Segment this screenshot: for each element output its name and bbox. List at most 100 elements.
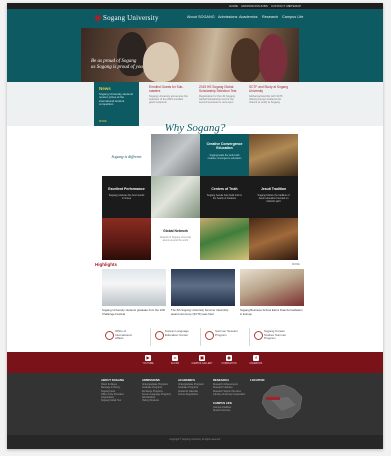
tile-photo <box>151 134 200 176</box>
news-item[interactable]: 2015 HS Sogang Global Scholarship Select… <box>199 85 239 104</box>
news-item[interactable]: Enrolled Grants for Sub-masters Sogang U… <box>149 85 189 104</box>
highlight-caption[interactable]: Sogang University students graduate from… <box>102 308 166 316</box>
tile-desc: Sogang follows the tradition of Jesuit e… <box>257 194 290 203</box>
sun-icon <box>205 331 214 340</box>
quick-link-label: Office of International Affairs <box>115 329 132 341</box>
tile-excellent-performance[interactable]: Excellent Performance Sogang produces th… <box>102 176 151 218</box>
footer-link[interactable]: Sogang Global Tour <box>101 400 141 403</box>
menu-research[interactable]: Research <box>262 15 278 19</box>
highlight-photo[interactable] <box>171 269 235 306</box>
news-item[interactable]: SCTF and Study at Sogang University Glob… <box>249 85 289 104</box>
quick-link-korean-language[interactable]: Korean Language Education Center <box>150 328 189 346</box>
why-sogang-heading: Why Sogang? <box>164 122 226 134</box>
quick-link-korean-studies[interactable]: Sogang Korean Studies Summer Program <box>249 328 286 346</box>
tile-photo <box>249 134 298 176</box>
footer-heading: ADMISSIONS <box>142 378 160 382</box>
hero-photo: Be as proud of Sogang as Sogang is proud… <box>81 28 299 82</box>
social-label: CAMPUS GALLERY <box>191 363 213 365</box>
news-summary: Sogang University students receive prize… <box>99 92 134 107</box>
tile-sogang-is-different[interactable]: Sogang is different <box>102 134 151 176</box>
flickr-icon: •• <box>172 355 178 361</box>
menu-academics[interactable]: Academics <box>239 15 258 19</box>
logo-text: Sogang University <box>103 14 159 22</box>
news-item-desc: Global partnership with SCTF offering fo… <box>249 94 284 104</box>
logo[interactable]: Sogang University <box>95 14 159 22</box>
highlight-caption[interactable]: Sogang Business School Earns Dual Accred… <box>240 308 304 316</box>
facebook-icon: f <box>253 355 259 361</box>
hero-slogan: Be as proud of Sogang as Sogang is proud… <box>91 59 143 71</box>
tile-jesuit-tradition[interactable]: Jesuit Tradition Sogang follows the trad… <box>249 176 298 218</box>
footer-heading: RESEARCH <box>213 378 229 382</box>
tile-desc: Network of Sogang University alumni arou… <box>159 236 192 242</box>
quick-link-summer-session[interactable]: Summer Session Program <box>200 328 238 346</box>
news-section: News Sogang University students receive … <box>7 82 383 126</box>
tile-desc: Sogang leads the world with creative con… <box>207 154 242 160</box>
news-feature[interactable]: News Sogang University students receive … <box>94 82 139 126</box>
tile-title: Creative Convergence Education <box>206 142 243 150</box>
university-seal-icon <box>95 15 101 21</box>
highlights-more-link[interactable]: MORE <box>292 263 300 266</box>
social-label: FLICKR <box>170 363 180 365</box>
hero-slogan-line2: as Sogang is proud of you <box>91 65 143 70</box>
tile-title: Excellent Performance <box>108 187 145 191</box>
menu-about[interactable]: About SOGANG <box>187 15 215 19</box>
tile-global-network[interactable]: Global Network Network of Sogang Univers… <box>151 218 200 260</box>
news-title: News <box>99 86 111 91</box>
menu-admissions[interactable]: Admissions <box>218 15 237 19</box>
camera-icon: ◉ <box>226 355 232 361</box>
footer-heading: CAMPUS LIFE <box>213 401 232 406</box>
book-icon <box>155 331 164 340</box>
social-campus-gallery[interactable]: ▣ CAMPUS GALLERY <box>190 355 214 365</box>
globe-icon <box>105 331 114 340</box>
quick-link-label: Sogang Korean Studies Summer Program <box>264 329 287 341</box>
page: HOME ADMISSIONS JOBS CONTACT US SITEMAP … <box>7 3 383 449</box>
gallery-icon: ▣ <box>199 355 205 361</box>
copyright: Copyright © Sogang University. All right… <box>169 439 221 441</box>
quick-link-label: Korean Language Education Center <box>165 329 189 337</box>
quick-link-international-affairs[interactable]: Office of International Affairs <box>101 328 132 346</box>
tile-photo <box>200 218 249 260</box>
highlight-caption[interactable]: The 6th Sogang University Summer Interns… <box>171 308 235 316</box>
highlight-photo[interactable] <box>102 269 166 306</box>
footer-heading: ABOUT SOGANG <box>101 378 125 382</box>
highlights-heading: Highlights <box>95 262 117 267</box>
tile-photo <box>102 218 151 260</box>
footer-link[interactable]: Visiting Students <box>142 400 182 403</box>
footer-column-research: RESEARCH Research Achievements Research … <box>213 378 253 414</box>
tile-desc: Sogang Jesuits help build truth in the h… <box>206 194 243 200</box>
footer-heading: ACADEMICS <box>178 378 195 382</box>
news-item-desc: Registration for the HS Sogang Global Sc… <box>199 94 235 104</box>
footer-link[interactable]: Industry-University Cooperation <box>213 394 253 397</box>
tile-title: Sogang is different <box>111 154 142 159</box>
location-map[interactable] <box>258 381 306 421</box>
social-label: COMPLETION <box>221 363 237 365</box>
quick-link-label: Summer Session Program <box>215 329 238 337</box>
tile-title: Centers of Truth <box>211 187 238 191</box>
footer-link[interactable]: Student Services <box>213 410 253 413</box>
social-label: YOUTUBE <box>142 363 154 365</box>
youtube-icon: ▶ <box>145 355 151 361</box>
menu-campus-life[interactable]: Campus Life <box>282 15 303 19</box>
footer-link[interactable]: Course Registration <box>178 394 218 397</box>
news-item-title: SCTF and Study at Sogang University <box>249 85 288 93</box>
graduation-cap-icon <box>254 331 263 340</box>
social-label: FACEBOOK <box>249 363 263 365</box>
quick-links: Office of International Affairs Korean L… <box>7 328 383 346</box>
footer-column-about: ABOUT SOGANG Vision & Values Message & H… <box>101 378 141 404</box>
social-completion[interactable]: ◉ COMPLETION <box>217 355 241 365</box>
footer: ABOUT SOGANG Vision & Values Message & H… <box>7 373 383 435</box>
news-item-title: 2015 HS Sogang Global Scholarship Select… <box>199 85 237 93</box>
tile-desc: Sogang produces the best results in Kore… <box>108 194 145 200</box>
highlight-photo[interactable] <box>240 269 304 306</box>
main-nav: Sogang University About SOGANG Admission… <box>7 9 383 28</box>
tile-photo <box>151 176 200 218</box>
hero-banner: Be as proud of Sogang as Sogang is proud… <box>7 28 383 82</box>
social-flickr[interactable]: •• FLICKR <box>163 355 187 365</box>
tile-creative-convergence[interactable]: Creative Convergence Education Sogang le… <box>200 134 249 176</box>
social-bar: ▶ YOUTUBE •• FLICKR ▣ CAMPUS GALLERY ◉ C… <box>7 352 383 373</box>
location-marker <box>266 397 280 400</box>
social-youtube[interactable]: ▶ YOUTUBE <box>136 355 160 365</box>
tile-centers-of-truth[interactable]: Centers of Truth Sogang Jesuits help bui… <box>200 176 249 218</box>
social-facebook[interactable]: f FACEBOOK <box>244 355 268 365</box>
news-item-title: Enrolled Grants for Sub-masters <box>149 85 184 93</box>
